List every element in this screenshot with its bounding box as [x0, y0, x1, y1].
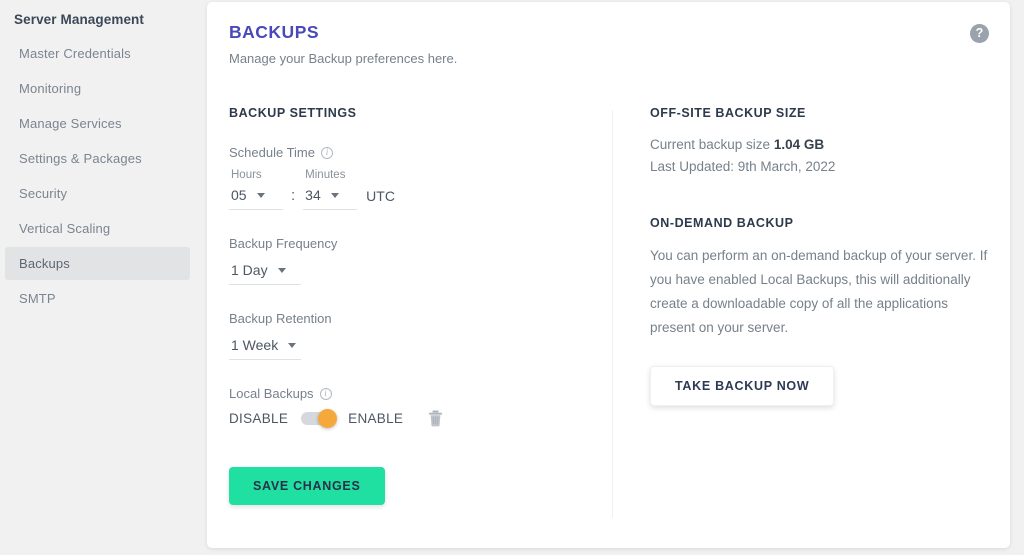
sidebar: Server Management Master Credentials Mon… [0, 0, 198, 555]
sidebar-nav-list: Master Credentials Monitoring Manage Ser… [0, 37, 198, 315]
chevron-down-icon [256, 192, 265, 198]
backup-settings-column: BACKUP SETTINGS Schedule Time i Hours 05… [229, 106, 599, 505]
backup-retention-label: Backup Retention [229, 311, 599, 326]
backup-info-column: OFF-SITE BACKUP SIZE Current backup size… [650, 106, 995, 406]
hours-select[interactable]: 05 [229, 185, 283, 210]
backup-retention-value: 1 Week [231, 337, 279, 353]
trash-icon[interactable] [428, 410, 443, 427]
local-backups-group: Local Backups i DISABLE ENABLE [229, 386, 599, 428]
backup-frequency-select[interactable]: 1 Day [229, 260, 301, 285]
chevron-down-icon [330, 192, 339, 198]
timezone-label: UTC [366, 188, 395, 204]
sidebar-item-backups[interactable]: Backups [5, 247, 190, 280]
disable-label: DISABLE [229, 411, 289, 426]
sidebar-item-smtp[interactable]: SMTP [5, 282, 190, 315]
info-icon[interactable]: i [319, 387, 332, 400]
backup-frequency-value: 1 Day [231, 262, 268, 278]
sidebar-title: Server Management [14, 12, 145, 27]
schedule-time-label: Schedule Time i [229, 145, 599, 160]
chevron-down-icon [288, 342, 297, 348]
minutes-caption: Minutes [305, 169, 346, 181]
sidebar-item-vertical-scaling[interactable]: Vertical Scaling [5, 212, 190, 245]
hours-value: 05 [231, 187, 247, 203]
time-separator: : [291, 187, 296, 204]
page-title: BACKUPS [229, 22, 320, 42]
column-divider [612, 110, 613, 518]
local-backups-toggle[interactable] [301, 409, 338, 428]
backup-retention-select[interactable]: 1 Week [229, 335, 301, 360]
chevron-down-icon [277, 267, 286, 273]
local-backups-label-text: Local Backups [229, 386, 314, 401]
sidebar-item-monitoring[interactable]: Monitoring [5, 72, 190, 105]
hours-caption: Hours [231, 169, 262, 181]
offsite-backup-size-heading: OFF-SITE BACKUP SIZE [650, 106, 806, 120]
minutes-value: 34 [305, 187, 321, 203]
backup-retention-group: Backup Retention 1 Week [229, 311, 599, 360]
schedule-time-label-text: Schedule Time [229, 145, 315, 160]
minutes-select[interactable]: 34 [303, 185, 358, 210]
backup-retention-label-text: Backup Retention [229, 311, 332, 326]
on-demand-backup-heading: ON-DEMAND BACKUP [650, 216, 794, 230]
sidebar-item-master-credentials[interactable]: Master Credentials [5, 37, 190, 70]
backup-settings-heading: BACKUP SETTINGS [229, 106, 357, 120]
last-updated-line: Last Updated: 9th March, 2022 [650, 159, 836, 174]
on-demand-backup-description: You can perform an on-demand backup of y… [650, 248, 988, 335]
backups-panel: ? BACKUPS Manage your Backup preferences… [207, 2, 1010, 548]
sidebar-item-manage-services[interactable]: Manage Services [5, 107, 190, 140]
local-backups-toggle-row: DISABLE ENABLE [229, 409, 599, 428]
minutes-group: Minutes 34 [303, 169, 358, 210]
save-changes-button[interactable]: SAVE CHANGES [229, 467, 385, 505]
hours-group: Hours 05 [229, 169, 283, 210]
sidebar-item-settings-packages[interactable]: Settings & Packages [5, 142, 190, 175]
sidebar-item-security[interactable]: Security [5, 177, 190, 210]
current-backup-size-prefix: Current backup size [650, 137, 774, 152]
backup-frequency-label: Backup Frequency [229, 236, 599, 251]
info-icon[interactable]: i [321, 146, 333, 159]
toggle-knob [318, 409, 338, 428]
page-subtitle: Manage your Backup preferences here. [229, 51, 458, 66]
app-root: Server Management Master Credentials Mon… [0, 0, 1024, 555]
backup-frequency-label-text: Backup Frequency [229, 236, 338, 251]
take-backup-now-button[interactable]: TAKE BACKUP NOW [650, 366, 835, 406]
local-backups-label: Local Backups i [229, 386, 599, 401]
backup-frequency-group: Backup Frequency 1 Day [229, 236, 599, 285]
current-backup-size-value: 1.04 GB [773, 137, 825, 152]
schedule-time-row: Hours 05 : Minutes 34 UTC [229, 169, 599, 210]
help-circle-icon[interactable]: ? [970, 24, 989, 43]
current-backup-size-line: Current backup size 1.04 GB [650, 134, 995, 156]
enable-label: ENABLE [348, 411, 404, 426]
